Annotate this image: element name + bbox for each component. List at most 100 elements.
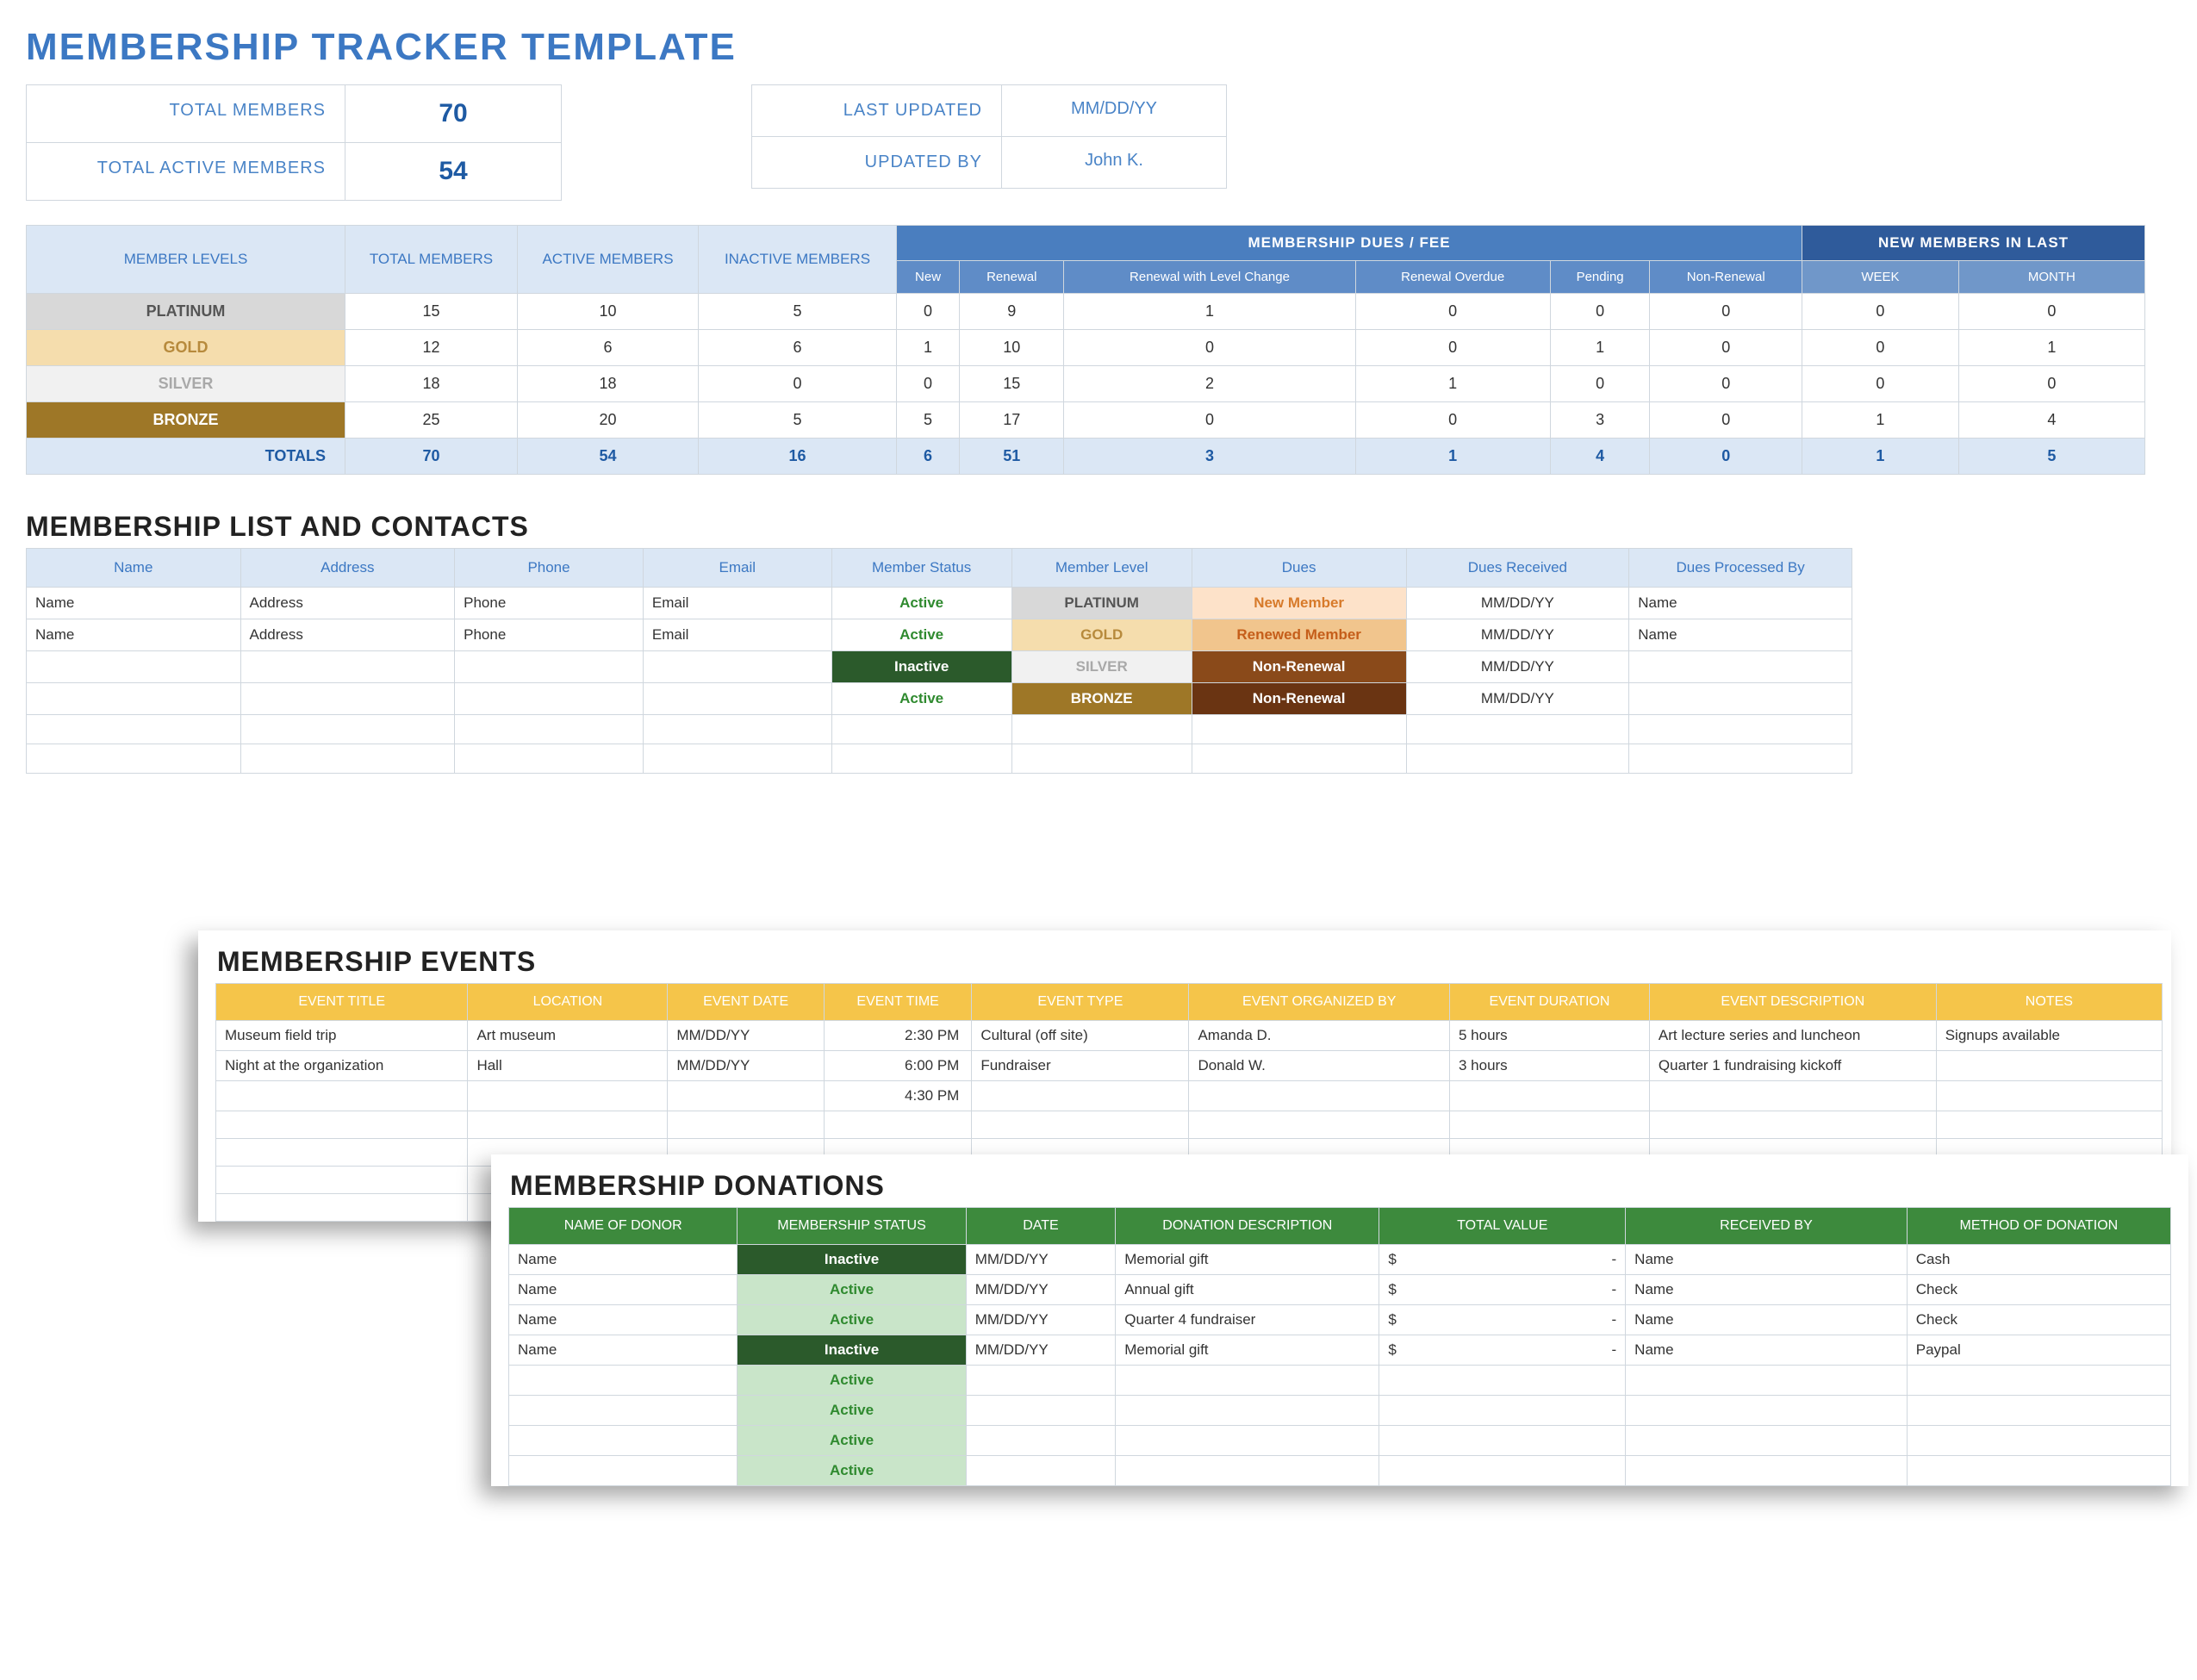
level-cell: 0 <box>1355 294 1550 330</box>
events-cell <box>1936 1051 2162 1081</box>
donation-date <box>966 1366 1116 1396</box>
donations-table: NAME OF DONORMEMBERSHIP STATUSDATEDONATI… <box>508 1207 2171 1486</box>
totals-cell: 3 <box>1064 439 1355 475</box>
events-cell <box>972 1081 1189 1111</box>
events-cell <box>216 1194 468 1222</box>
donor-name <box>509 1396 738 1426</box>
donation-desc <box>1116 1456 1379 1486</box>
level-cell: 3 <box>1550 402 1650 439</box>
summary-members: TOTAL MEMBERS 70 TOTAL ACTIVE MEMBERS 54 <box>26 84 562 201</box>
level-cell: 0 <box>1650 402 1802 439</box>
events-cell <box>1449 1081 1649 1111</box>
last-updated-value: MM/DD/YY <box>1002 85 1226 136</box>
dues-processed-by: Name <box>1629 619 1852 651</box>
level-cell: 1 <box>897 330 960 366</box>
dues-received: MM/DD/YY <box>1406 588 1629 619</box>
contacts-cell <box>240 744 455 774</box>
contacts-row <box>27 715 1852 744</box>
level-cell: 1 <box>1958 330 2144 366</box>
member-dues: New Member <box>1192 588 1406 619</box>
dues-processed-by: Name <box>1629 588 1852 619</box>
dues-received: MM/DD/YY <box>1406 683 1629 715</box>
level-cell: 5 <box>699 294 897 330</box>
events-cell: 5 hours <box>1449 1021 1649 1051</box>
level-cell: 0 <box>1064 330 1355 366</box>
events-cell <box>216 1111 468 1139</box>
events-cell: MM/DD/YY <box>668 1021 825 1051</box>
events-cell <box>1449 1111 1649 1139</box>
page-title: MEMBERSHIP TRACKER TEMPLATE <box>26 26 2180 69</box>
hdr-newmembers-group: NEW MEMBERS IN LAST <box>1802 226 2145 261</box>
contacts-row: ActiveBRONZENon-RenewalMM/DD/YY <box>27 683 1852 715</box>
events-cell <box>972 1111 1189 1139</box>
level-cell: 0 <box>1355 402 1550 439</box>
donor-status: Active <box>738 1456 966 1486</box>
contacts-header: Dues Received <box>1406 549 1629 588</box>
donation-received-by <box>1626 1396 1908 1426</box>
events-cell <box>216 1167 468 1194</box>
donation-date: MM/DD/YY <box>966 1275 1116 1305</box>
events-cell: Night at the organization <box>216 1051 468 1081</box>
level-cell: 0 <box>1355 330 1550 366</box>
events-row: Museum field tripArt museumMM/DD/YY2:30 … <box>216 1021 2163 1051</box>
donation-date <box>966 1396 1116 1426</box>
level-cell: 12 <box>345 330 518 366</box>
donation-total: $- <box>1379 1275 1626 1305</box>
level-cell: 0 <box>1802 330 1959 366</box>
donation-method: Check <box>1907 1275 2170 1305</box>
level-cell: 4 <box>1958 402 2144 439</box>
member-dues: Non-Renewal <box>1192 683 1406 715</box>
contacts-cell: Phone <box>455 619 644 651</box>
events-cell: Signups available <box>1936 1021 2162 1051</box>
active-members-label: TOTAL ACTIVE MEMBERS <box>27 143 345 200</box>
donor-status: Active <box>738 1396 966 1426</box>
level-cell: 15 <box>345 294 518 330</box>
events-cell: Art museum <box>468 1021 668 1051</box>
donor-name: Name <box>509 1305 738 1335</box>
events-cell <box>468 1111 668 1139</box>
hdr-newm-sub: WEEK <box>1802 261 1959 294</box>
donation-total <box>1379 1396 1626 1426</box>
events-cell: Donald W. <box>1189 1051 1450 1081</box>
totals-cell: 4 <box>1550 439 1650 475</box>
level-cell: 0 <box>699 366 897 402</box>
events-cell: MM/DD/YY <box>668 1051 825 1081</box>
events-cell: Fundraiser <box>972 1051 1189 1081</box>
donation-method: Paypal <box>1907 1335 2170 1366</box>
hdr-dues-sub: Renewal Overdue <box>1355 261 1550 294</box>
events-row: Night at the organizationHallMM/DD/YY6:0… <box>216 1051 2163 1081</box>
donation-received-by: Name <box>1626 1305 1908 1335</box>
hdr-dues-sub: Pending <box>1550 261 1650 294</box>
dues-processed-by <box>1629 683 1852 715</box>
contacts-cell <box>27 715 241 744</box>
contacts-cell <box>240 651 455 683</box>
events-cell: Quarter 1 fundraising kickoff <box>1649 1051 1936 1081</box>
donation-method <box>1907 1366 2170 1396</box>
level-cell: 18 <box>345 366 518 402</box>
level-row: GOLD1266110001001 <box>27 330 2145 366</box>
donations-row: NameInactiveMM/DD/YYMemorial gift$-NameP… <box>509 1335 2171 1366</box>
contacts-cell <box>643 744 831 774</box>
donation-method <box>1907 1456 2170 1486</box>
donation-date <box>966 1426 1116 1456</box>
events-cell <box>216 1081 468 1111</box>
donations-header: MEMBERSHIP STATUS <box>738 1208 966 1245</box>
level-cell: 2 <box>1064 366 1355 402</box>
level-cell: 5 <box>699 402 897 439</box>
level-cell: 0 <box>1550 294 1650 330</box>
events-header: EVENT TYPE <box>972 984 1189 1021</box>
contacts-cell <box>455 651 644 683</box>
member-status: Active <box>831 619 1011 651</box>
events-cell <box>1189 1081 1450 1111</box>
level-cell: 25 <box>345 402 518 439</box>
level-cell: 5 <box>897 402 960 439</box>
donation-desc <box>1116 1426 1379 1456</box>
level-cell: 15 <box>960 366 1064 402</box>
level-cell: 0 <box>1550 366 1650 402</box>
totals-cell: 51 <box>960 439 1064 475</box>
donations-header: DATE <box>966 1208 1116 1245</box>
level-row: BRONZE25205517003014 <box>27 402 2145 439</box>
level-cell: 0 <box>1802 366 1959 402</box>
member-dues: Non-Renewal <box>1192 651 1406 683</box>
hdr-dues-sub: Non-Renewal <box>1650 261 1802 294</box>
